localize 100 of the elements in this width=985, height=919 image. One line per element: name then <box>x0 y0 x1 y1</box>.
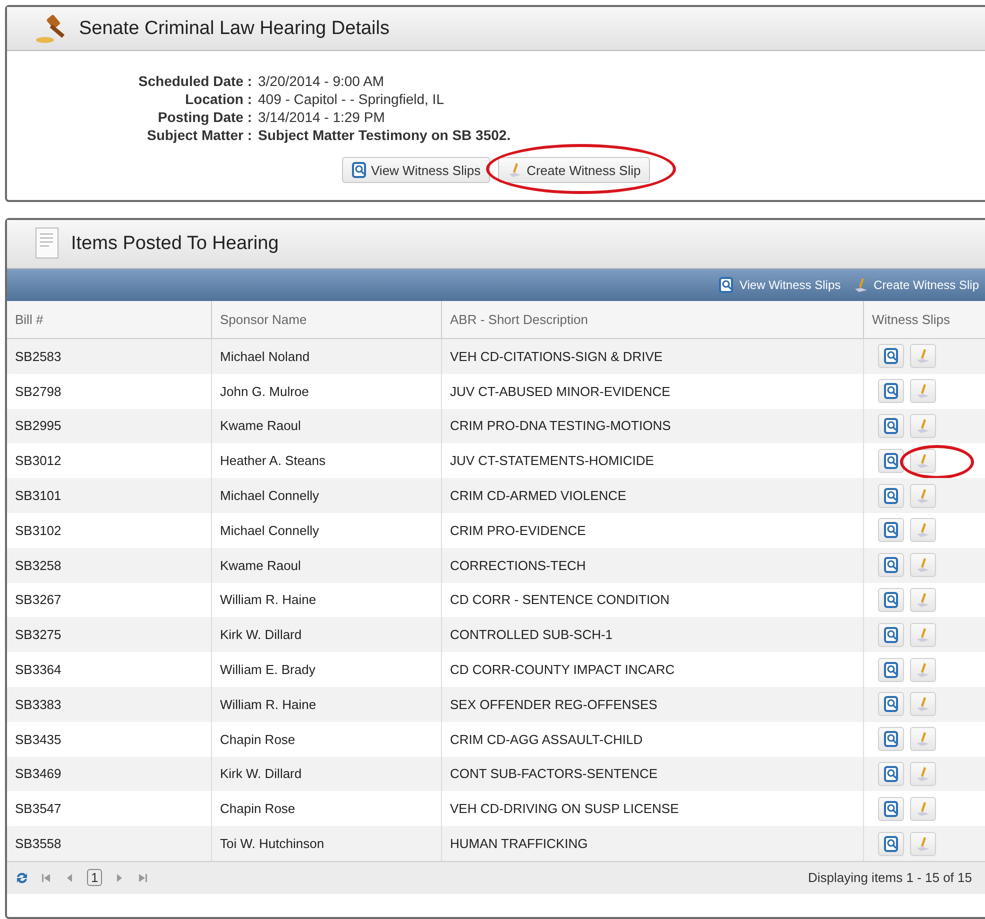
magnifier-page-icon <box>883 696 899 712</box>
pen-icon <box>852 277 869 293</box>
table-cell: William R. Haine <box>212 686 442 722</box>
pen-icon <box>915 452 931 469</box>
detail-value: 3/20/2014 - 9:00 AM <box>258 73 386 89</box>
table-cell: SB3558 <box>7 826 212 861</box>
column-header[interactable]: Sponsor Name <box>212 301 442 339</box>
table-cell: CORRECTIONS-TECH <box>442 548 864 583</box>
create-slip-button[interactable] <box>910 692 936 716</box>
view-slips-button[interactable] <box>878 484 904 508</box>
detail-value: 409 - Capitol - - Springfield, IL <box>258 91 445 107</box>
pen-icon <box>915 348 931 364</box>
view-slips-button[interactable] <box>878 379 904 404</box>
table-cell: CD CORR - SENTENCE CONDITION <box>442 582 864 618</box>
column-header[interactable]: ABR - Short Description <box>442 301 864 339</box>
refresh-icon[interactable] <box>15 870 29 885</box>
column-header[interactable]: Witness Slips <box>864 301 985 339</box>
view-slips-button[interactable] <box>878 553 904 578</box>
table-cell: SB2995 <box>7 408 212 444</box>
magnifier-page-icon <box>351 162 367 178</box>
create-slip-button[interactable] <box>910 727 936 752</box>
table-cell: SEX OFFENDER REG-OFFENSES <box>442 686 864 722</box>
create-slip-button[interactable] <box>910 832 936 856</box>
create-witness-slip-button[interactable]: Create Witness Slip <box>498 157 650 183</box>
table-cell: Kirk W. Dillard <box>212 617 442 652</box>
view-slips-button[interactable] <box>878 727 904 752</box>
view-witness-slips-button[interactable]: View Witness Slips <box>342 157 490 183</box>
detail-label: Posting Date : <box>156 109 252 125</box>
view-slips-button[interactable] <box>878 832 904 856</box>
view-slips-button[interactable] <box>878 414 904 438</box>
pen-icon <box>915 626 931 643</box>
magnifier-page-icon <box>883 836 899 852</box>
magnifier-page-icon <box>883 731 899 748</box>
magnifier-page-icon <box>883 592 899 608</box>
create-slip-button[interactable] <box>910 448 936 473</box>
view-slips-button[interactable] <box>878 796 904 821</box>
create-slip-button[interactable] <box>910 484 936 508</box>
create-slip-button[interactable] <box>910 553 936 578</box>
magnifier-page-icon <box>883 662 899 678</box>
pen-icon <box>915 662 931 678</box>
view-witness-slips-link[interactable]: View Witness Slips <box>718 277 841 293</box>
detail-label: Scheduled Date : <box>137 73 252 89</box>
table-cell: CRIM PRO-DNA TESTING-MOTIONS <box>442 408 864 444</box>
create-slip-button[interactable] <box>910 518 936 542</box>
create-slip-button[interactable] <box>910 796 936 821</box>
view-slips-button[interactable] <box>878 588 904 612</box>
create-slip-button[interactable] <box>910 344 936 368</box>
view-slips-button[interactable] <box>878 448 904 473</box>
create-slip-button[interactable] <box>910 588 936 612</box>
document-icon <box>35 227 61 261</box>
view-slips-button[interactable] <box>878 518 904 542</box>
pen-icon <box>915 522 931 538</box>
table-cell: SB3383 <box>7 686 212 722</box>
pen-icon <box>506 162 523 178</box>
pen-icon <box>915 836 931 852</box>
magnifier-page-icon <box>883 766 899 782</box>
page-number[interactable]: 1 <box>87 869 102 886</box>
table-cell: HUMAN TRAFFICKING <box>442 826 864 861</box>
pen-icon <box>915 557 931 574</box>
table-cell: SB3469 <box>7 756 212 792</box>
detail-label: Subject Matter : <box>146 127 252 143</box>
magnifier-page-icon <box>883 800 899 817</box>
table-cell: Kirk W. Dillard <box>212 756 442 792</box>
magnifier-page-icon <box>883 383 899 400</box>
magnifier-page-icon <box>883 418 899 434</box>
table-cell: Kwame Raoul <box>212 408 442 444</box>
column-header[interactable]: Bill # <box>7 301 212 339</box>
magnifier-page-icon <box>883 557 899 574</box>
magnifier-page-icon <box>883 452 899 469</box>
create-slip-button[interactable] <box>910 622 936 647</box>
pen-icon <box>915 592 931 608</box>
table-cell: Kwame Raoul <box>212 548 442 583</box>
view-slips-button[interactable] <box>878 622 904 647</box>
magnifier-page-icon <box>718 277 734 293</box>
magnifier-page-icon <box>883 348 899 364</box>
view-slips-button[interactable] <box>878 692 904 716</box>
create-slip-button[interactable] <box>910 762 936 786</box>
table-cell: SB3258 <box>7 548 212 583</box>
detail-value: 3/14/2014 - 1:29 PM <box>258 109 386 125</box>
table-cell: Toi W. Hutchinson <box>212 826 442 861</box>
table-cell: SB3101 <box>7 478 212 513</box>
pen-icon <box>915 418 931 434</box>
create-slip-button[interactable] <box>910 658 936 682</box>
view-slips-button[interactable] <box>878 762 904 786</box>
view-slips-button[interactable] <box>878 344 904 368</box>
pen-icon <box>915 488 931 504</box>
table-cell: SB2583 <box>7 339 212 374</box>
magnifier-page-icon <box>883 488 899 504</box>
table-cell: VEH CD-CITATIONS-SIGN & DRIVE <box>442 339 864 374</box>
pen-icon <box>915 800 931 817</box>
panel-title: Items Posted To Hearing <box>71 233 279 255</box>
create-slip-button[interactable] <box>910 379 936 404</box>
first-page-button[interactable] <box>39 872 53 883</box>
create-witness-slip-link[interactable]: Create Witness Slip <box>852 277 979 293</box>
pen-icon <box>915 766 931 782</box>
create-slip-button[interactable] <box>910 414 936 438</box>
view-slips-button[interactable] <box>878 658 904 682</box>
pen-icon <box>915 696 931 712</box>
detail-label: Location : <box>184 91 252 107</box>
pen-icon <box>915 383 931 400</box>
